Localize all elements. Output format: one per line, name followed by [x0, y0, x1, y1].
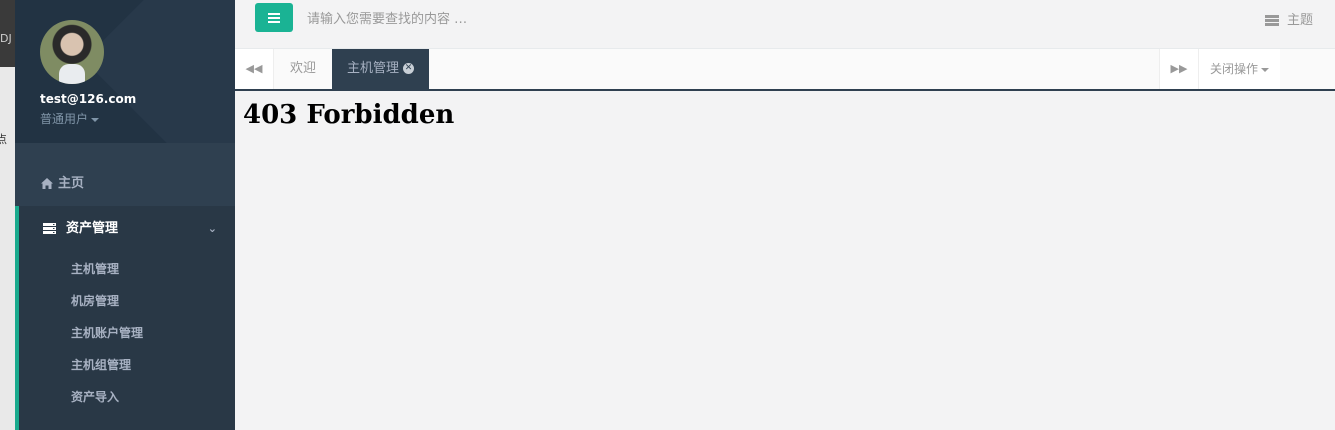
sidebar-item-home[interactable]: 主页: [15, 163, 235, 205]
caret-down-icon: [91, 117, 100, 122]
sidebar-subitem-host-management[interactable]: 主机管理: [71, 253, 119, 285]
chevron-down-icon: ⌄: [207, 222, 217, 235]
tabs-bar: ◀◀ 欢迎 主机管理 ✕ ▶▶ 关闭操作: [235, 49, 1335, 91]
theme-icon: [1264, 15, 1279, 26]
sidebar-group-asset: 资产管理 ⌄ 主机管理 机房管理 主机账户管理 主机组管理 资产导入: [15, 206, 235, 430]
theme-button[interactable]: 主题: [1264, 9, 1313, 28]
profile-header: test@126.com 普通用户: [15, 0, 235, 143]
server-icon: [43, 223, 56, 234]
user-role-label: 普通用户: [40, 112, 89, 126]
content-frame: 403 Forbidden: [235, 91, 1335, 430]
tabs-scroll-left-button[interactable]: ◀◀: [235, 49, 274, 89]
sidebar-subitem-host-group-management[interactable]: 主机组管理: [71, 349, 131, 381]
sidebar-subitem-idc-management[interactable]: 机房管理: [71, 285, 119, 317]
backward-icon: ◀◀: [245, 62, 263, 75]
user-email: test@126.com: [40, 92, 137, 106]
menu-icon: [268, 13, 280, 15]
tabs-scroll-right-button[interactable]: ▶▶: [1159, 49, 1199, 89]
sidebar-subitem-asset-import[interactable]: 资产导入: [71, 381, 119, 413]
close-circle-icon[interactable]: ✕: [403, 63, 415, 74]
background-window-edge: DJ 点: [0, 0, 16, 430]
sidebar-item-asset-management[interactable]: 资产管理 ⌄: [19, 206, 235, 252]
top-header: 主题: [235, 0, 1335, 49]
background-window-text: 点: [0, 133, 7, 146]
sidebar-item-label: 主页: [58, 176, 85, 191]
caret-down-icon: [1261, 67, 1269, 72]
sidebar-item-label: 资产管理: [66, 221, 119, 236]
theme-label: 主题: [1286, 13, 1313, 28]
tab-welcome[interactable]: 欢迎: [275, 49, 331, 89]
home-icon: [41, 178, 53, 189]
background-window-text: DJ: [0, 32, 12, 45]
avatar[interactable]: [40, 20, 104, 84]
menu-toggle-button[interactable]: [255, 3, 293, 32]
close-operations-dropdown[interactable]: 关闭操作: [1199, 49, 1280, 89]
sidebar-subitem-host-account-management[interactable]: 主机账户管理: [71, 317, 143, 349]
search-input[interactable]: [305, 6, 709, 32]
sidebar: test@126.com 普通用户 主页 资产管理 ⌄ 主机管理 机房管理 主机…: [15, 0, 235, 430]
tab-label: 主机管理: [347, 61, 400, 76]
forward-icon: ▶▶: [1170, 62, 1188, 75]
user-role-dropdown[interactable]: 普通用户: [40, 110, 100, 127]
tab-label: 欢迎: [290, 61, 317, 76]
tab-host-management[interactable]: 主机管理 ✕: [332, 49, 430, 89]
close-operations-label: 关闭操作: [1209, 62, 1258, 76]
error-heading: 403 Forbidden: [243, 100, 455, 130]
